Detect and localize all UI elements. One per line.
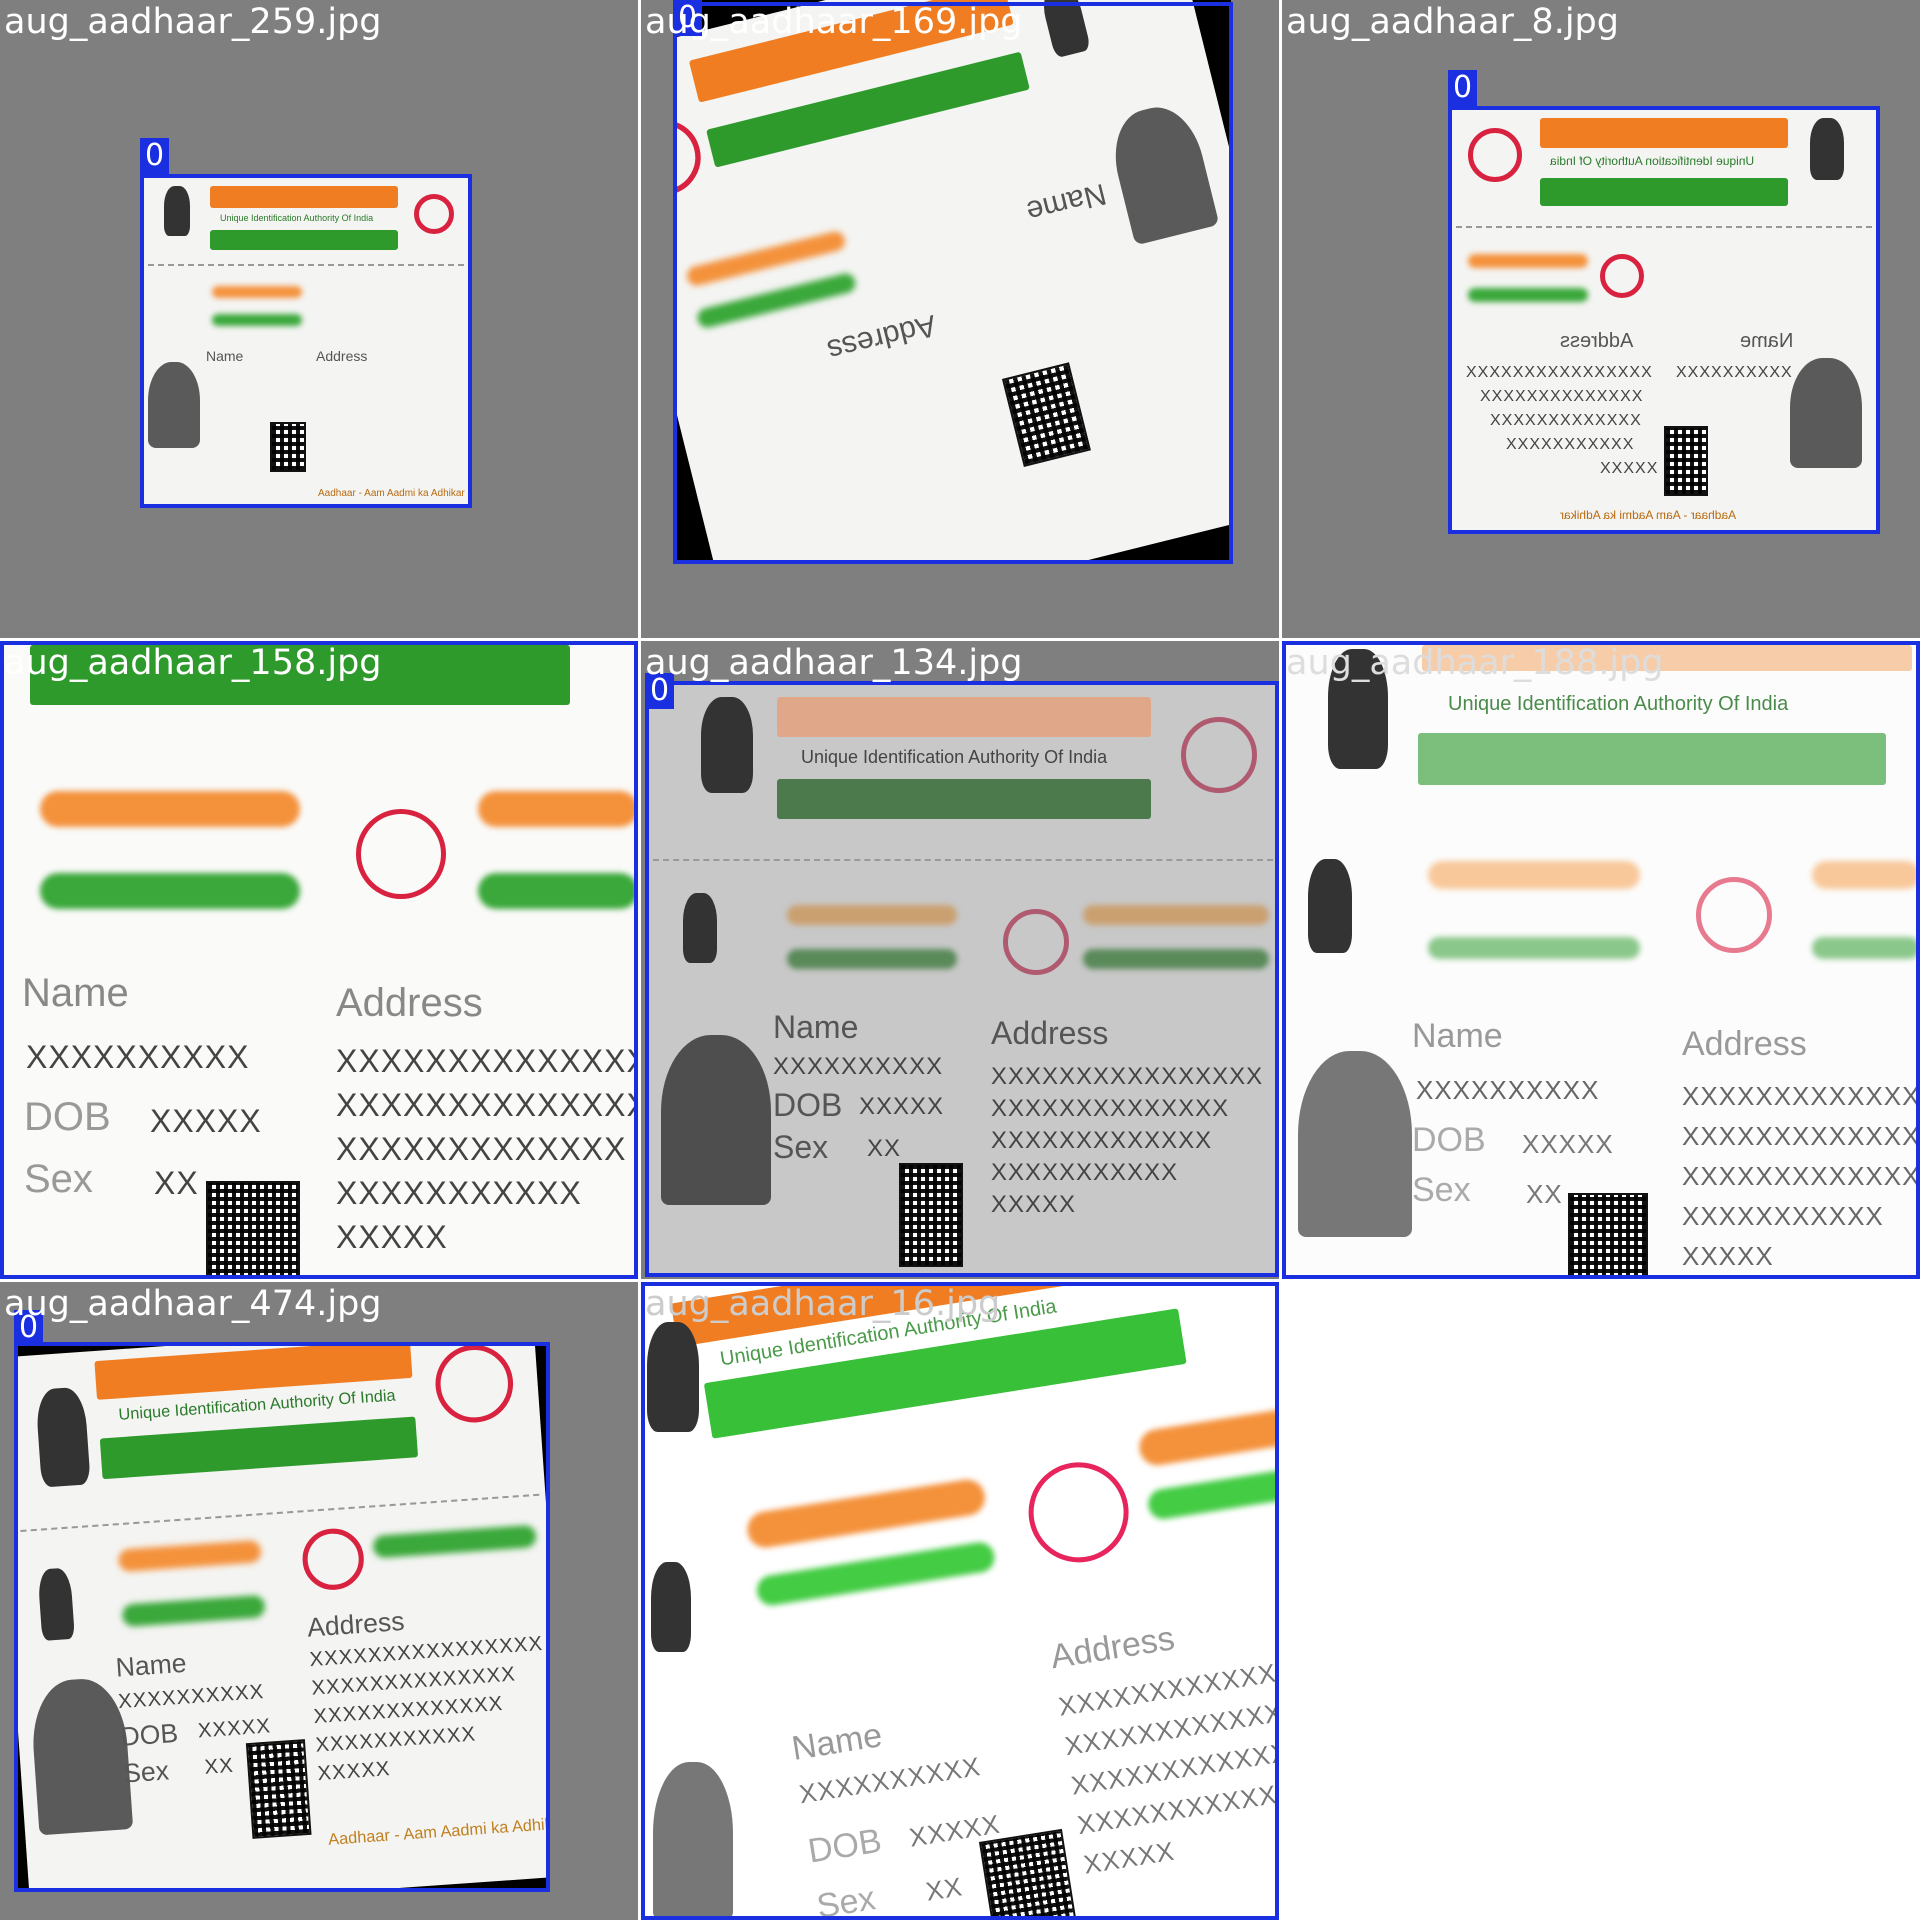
tile-7: Unique Identification Authority Of India… (0, 1282, 638, 1920)
filename-label: aug_aadhaar_8.jpg (1286, 2, 1619, 42)
tile-1: Unique Identification Authority Of India… (0, 0, 638, 638)
detection-box: 0 (641, 1282, 1279, 1920)
tile-4: Name Address XXXXXXXXXX DOB XXXXX Sex XX… (0, 641, 638, 1279)
filename-label: aug_aadhaar_259.jpg (4, 2, 382, 42)
detection-label: 0 (140, 138, 170, 174)
detection-box: 0 (14, 1310, 550, 1892)
detection-box: 0 (140, 138, 472, 508)
filename-label: aug_aadhaar_158.jpg (4, 643, 382, 683)
tile-8: Unique Identification Authority Of India… (641, 1282, 1279, 1920)
detection-box: 0 (645, 673, 1279, 1277)
tile-5: Unique Identification Authority Of India… (641, 641, 1279, 1279)
mosaic-grid: Unique Identification Authority Of India… (0, 0, 1920, 1920)
detection-box: 0 (1448, 70, 1880, 534)
filename-label: aug_aadhaar_134.jpg (645, 643, 1023, 683)
detection-box: 0 (673, 0, 1233, 564)
filename-label: aug_aadhaar_169.jpg (645, 2, 1023, 42)
detection-label: 0 (1448, 70, 1478, 106)
detection-box: 0 (1282, 641, 1920, 1279)
detection-box: 0 (0, 641, 638, 1279)
tile-6: Unique Identification Authority Of India… (1282, 641, 1920, 1279)
tile-2: Address Name 0 aug_aadhaar_169.jpg (641, 0, 1279, 638)
filename-label: aug_aadhaar_16.jpg (645, 1284, 1001, 1324)
tile-3: Unique Identification Authority Of India… (1282, 0, 1920, 638)
empty-tile (1282, 1282, 1920, 1920)
filename-label: aug_aadhaar_188.jpg (1286, 643, 1664, 683)
filename-label: aug_aadhaar_474.jpg (4, 1284, 382, 1324)
